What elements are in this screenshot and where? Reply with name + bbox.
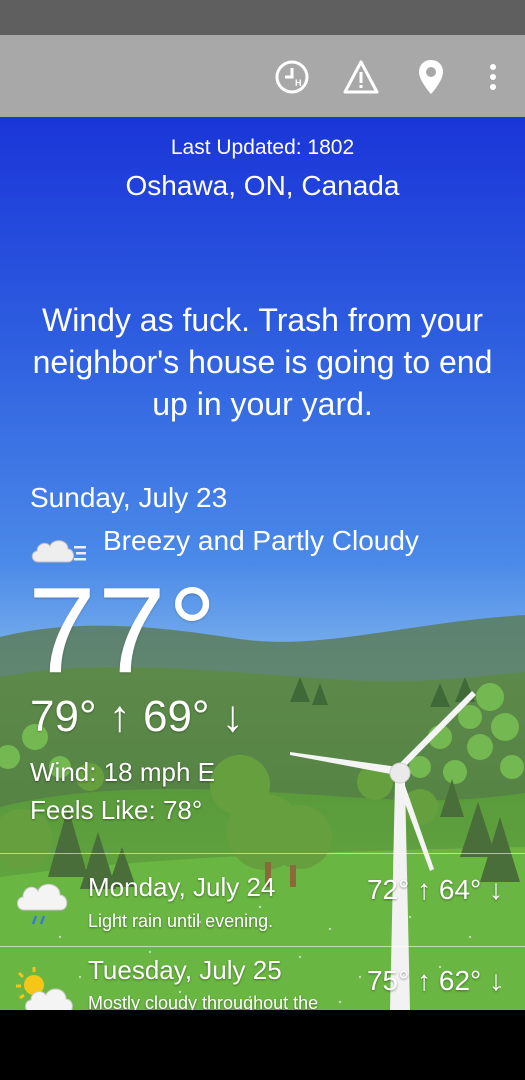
last-updated: Last Updated: 1802 xyxy=(170,136,355,159)
weather-scene: Last Updated: 1802 Oshawa, ON, Canada Wi… xyxy=(0,117,525,1010)
forecast-high-low: 72° ↑ 64° ↓ xyxy=(366,874,503,905)
today-date: Sunday, July 23 xyxy=(30,482,228,513)
today-high-low: 79° ↑ 69° ↓ xyxy=(30,692,244,741)
toolbar: H xyxy=(0,35,525,117)
location-name[interactable]: Oshawa, ON, Canada xyxy=(0,170,525,202)
forecast-date: Tuesday, July 25 xyxy=(88,955,282,985)
forecast-summary: Mostly cloudy throughout the xyxy=(88,993,319,1010)
forecast-date: Monday, July 24 xyxy=(88,872,276,902)
weather-quip: Windy as fuck. Trash from your neighbor'… xyxy=(32,302,493,422)
forecast-summary: Light rain until evening. xyxy=(88,911,274,931)
wind-speed: Wind: 18 mph E xyxy=(30,757,215,787)
alert-icon[interactable] xyxy=(341,57,381,97)
forecast-row-tuesday[interactable]: Tuesday, July 25 Mostly cloudy throughou… xyxy=(0,946,525,1010)
overflow-menu-icon[interactable] xyxy=(473,57,513,97)
navigation-bar xyxy=(0,1010,525,1080)
status-bar xyxy=(0,0,525,35)
forecast-high-low: 75° ↑ 62° ↓ xyxy=(366,965,503,996)
partly-sunny-icon xyxy=(14,965,76,1010)
hourly-icon[interactable]: H xyxy=(272,57,312,97)
svg-text:H: H xyxy=(295,78,302,88)
today-condition: Breezy and Partly Cloudy xyxy=(103,525,419,556)
forecast-row-monday[interactable]: Monday, July 24 Light rain until evening… xyxy=(0,853,525,946)
current-temperature: 77° xyxy=(28,562,219,698)
rain-cloud-icon xyxy=(14,874,74,931)
feels-like: Feels Like: 78° xyxy=(30,795,203,825)
location-pin-icon[interactable] xyxy=(411,57,451,97)
